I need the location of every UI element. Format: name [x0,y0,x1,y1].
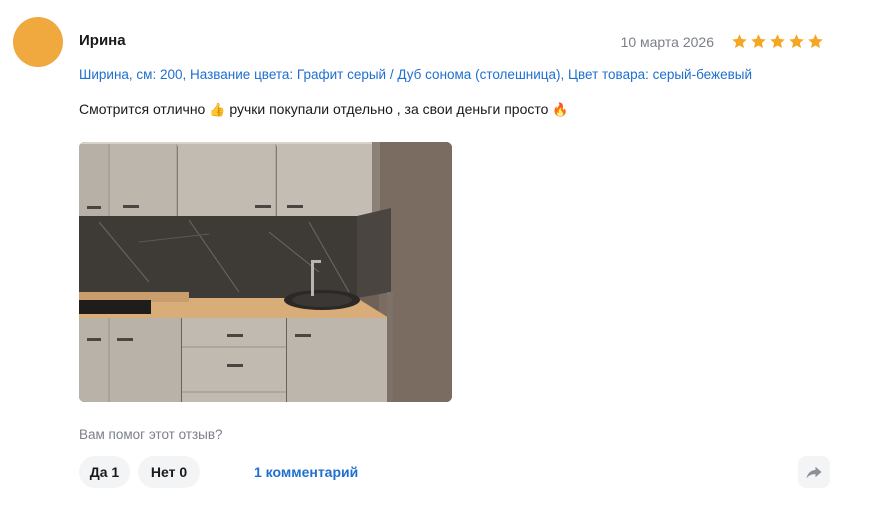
avatar [13,17,63,67]
thumbs-up-emoji: 👍 [209,103,226,118]
star-icon [770,34,785,49]
share-button[interactable] [798,456,830,488]
review-date: 10 марта 2026 [620,34,714,50]
review-text-part1: Смотрится отлично [79,101,206,117]
star-icon [808,34,823,49]
review-text-part2: ручки покупали отдельно , за свои деньги… [229,101,549,117]
star-icon [751,34,766,49]
star-icon [732,34,747,49]
helpful-question: Вам помог этот отзыв? [79,427,223,442]
fire-emoji: 🔥 [552,103,569,118]
helpful-no-button[interactable]: Нет 0 [138,456,200,488]
share-arrow-icon [806,466,822,479]
review-card: Ирина 10 марта 2026 Ширина, см: 200, Наз… [0,0,888,525]
star-icon [789,34,804,49]
product-properties: Ширина, см: 200, Название цвета: Графит … [79,67,752,82]
rating-stars [731,33,824,50]
author-name: Ирина [79,32,126,49]
comments-link[interactable]: 1 комментарий [254,464,358,480]
review-photo[interactable] [79,142,452,402]
kitchen-photo-image [79,142,452,402]
review-text: Смотрится отлично 👍 ручки покупали отдел… [79,101,568,118]
helpful-yes-button[interactable]: Да 1 [79,456,130,488]
